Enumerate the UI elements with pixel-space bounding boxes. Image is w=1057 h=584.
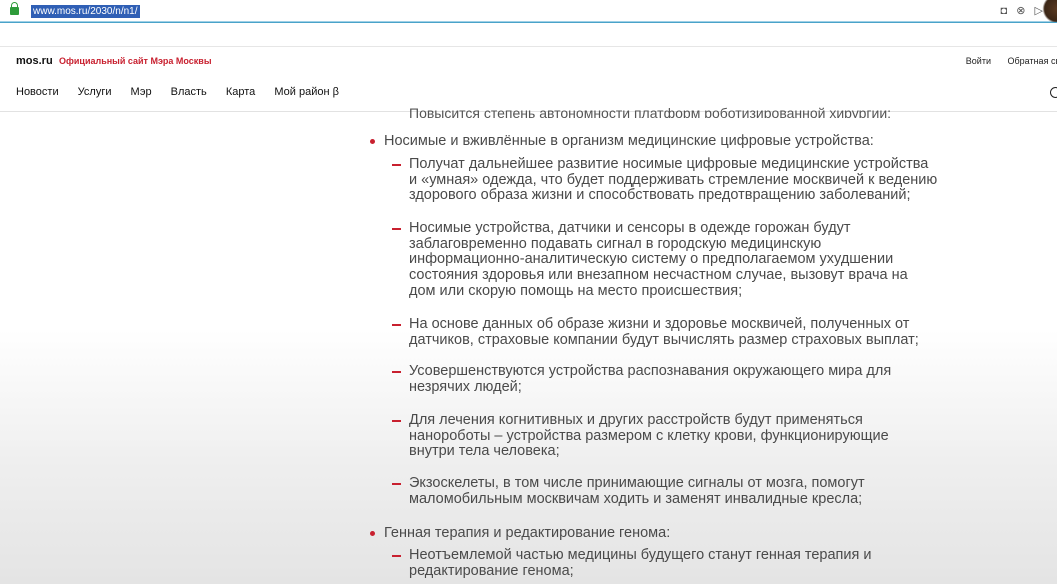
dash-icon xyxy=(392,324,401,326)
list-item-line: внутри тела человека; xyxy=(409,443,560,460)
list-item-line: На основе данных об образе жизни и здоро… xyxy=(409,316,910,332)
feedback-link[interactable]: Обратная свя xyxy=(1008,56,1057,66)
list-item-line: Получат дальнейшее развитие носимые цифр… xyxy=(409,156,929,172)
dash-icon xyxy=(392,420,401,422)
site-logo[interactable]: mos.ru xyxy=(16,55,53,67)
main-nav: Новости Услуги Мэр Власть Карта Мой райо… xyxy=(16,86,355,98)
list-item-line: состояния здоровья или внезапном несчаст… xyxy=(409,267,908,284)
dash-icon xyxy=(392,164,401,166)
header-actions: Войти Обратная свя xyxy=(952,56,1057,66)
site-tagline[interactable]: Официальный сайт Мэра Москвы xyxy=(59,56,212,66)
list-item-line: незрячих людей; xyxy=(409,378,522,395)
nav-item-map[interactable]: Карта xyxy=(226,86,255,98)
lock-icon xyxy=(10,2,19,15)
bullet-dot-icon xyxy=(370,139,375,144)
list-item-line: маломобильным москвичам ходить и заменят… xyxy=(409,490,863,507)
camera-icon[interactable]: ◘ xyxy=(1001,5,1008,17)
list-item-line: и «умная» одежда, что будет поддерживать… xyxy=(409,171,938,188)
list-item-line: датчиков, страховые компании будут вычис… xyxy=(409,331,919,348)
list-item-line: Носимые устройства, датчики и сенсоры в … xyxy=(409,220,851,236)
search-icon[interactable] xyxy=(1050,87,1057,98)
url-field[interactable]: www.mos.ru/2030/n/n1/ xyxy=(31,5,140,18)
browser-address-bar[interactable]: www.mos.ru/2030/n/n1/ ◘ ⊗ ▷ xyxy=(0,0,1057,23)
nav-item-services[interactable]: Услуги xyxy=(78,86,112,98)
list-item-line: информационно-аналитическую систему о пр… xyxy=(409,251,894,268)
section-title: Носимые и вживлённые в организм медицинс… xyxy=(384,133,874,149)
bullet-dot-icon xyxy=(370,531,375,536)
list-item-line: Экзоскелеты, в том числе принимающие сиг… xyxy=(409,475,865,491)
clipped-text-line: Повысится степень автономности платформ … xyxy=(409,105,892,118)
dash-icon xyxy=(392,483,401,485)
dash-icon xyxy=(392,371,401,373)
login-link[interactable]: Войти xyxy=(966,56,991,66)
nav-item-authorities[interactable]: Власть xyxy=(171,86,207,98)
dash-icon xyxy=(392,555,401,557)
nav-item-my-district[interactable]: Мой район β xyxy=(274,86,339,98)
list-item-line: Неотъемлемой частью медицины будущего ст… xyxy=(409,547,872,563)
address-bar-icons: ◘ ⊗ ▷ xyxy=(995,4,1043,17)
close-circle-icon[interactable]: ⊗ xyxy=(1016,5,1025,17)
nav-item-news[interactable]: Новости xyxy=(16,86,59,98)
dash-icon xyxy=(392,228,401,230)
nav-item-mayor[interactable]: Мэр xyxy=(131,86,152,98)
list-item-line: дом или скорую помощь на место происшест… xyxy=(409,282,743,299)
list-item-line: заблаговременно подавать сигнал в городс… xyxy=(409,235,822,252)
list-item-line: здорового образа жизни и способствовать … xyxy=(409,187,911,204)
list-item-line: нанороботы – устройства размером с клетк… xyxy=(409,427,889,444)
window-corner xyxy=(1041,0,1057,22)
list-item-line: Усовершенствуются устройства распознаван… xyxy=(409,363,892,379)
list-item-line: редактирование генома; xyxy=(409,562,574,579)
section-title: Генная терапия и редактирование генома: xyxy=(384,525,671,541)
list-item-line: Для лечения когнитивных и других расстро… xyxy=(409,412,863,428)
